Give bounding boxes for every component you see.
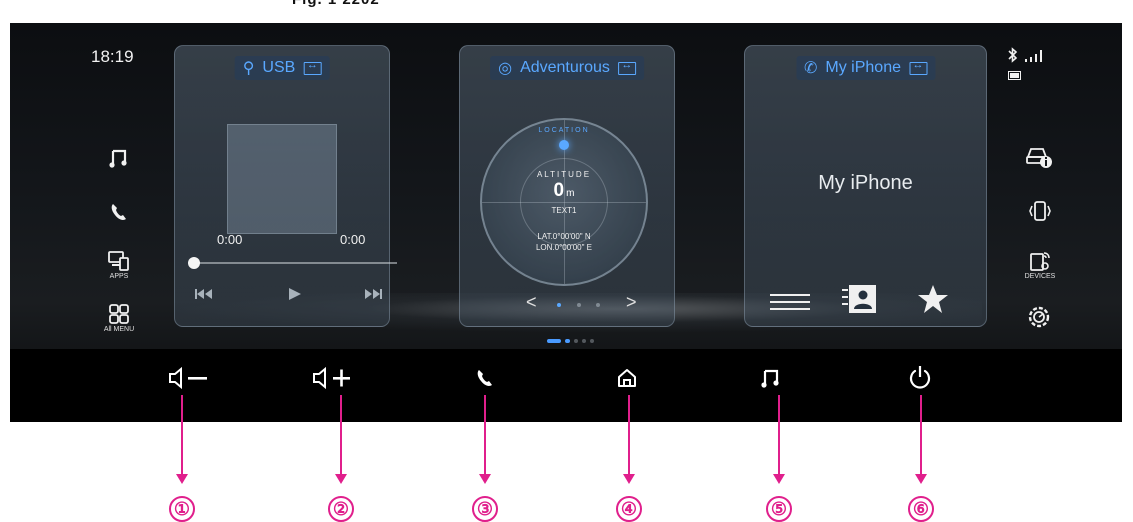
nav-prev-arrow[interactable]: < (526, 292, 537, 313)
swap-source-icon[interactable] (303, 59, 322, 75)
location-label: LOCATION (538, 127, 590, 134)
phone-source-label: My iPhone (825, 59, 901, 76)
page-dot (582, 339, 586, 343)
nav-next-arrow[interactable]: > (626, 292, 637, 313)
swap-source-icon[interactable] (909, 59, 927, 75)
altitude-unit: m (566, 188, 575, 199)
phone-icon (477, 370, 492, 386)
vibration-icon[interactable] (1027, 200, 1053, 222)
nav-page-dot (577, 303, 581, 307)
callout-line-6 (920, 395, 922, 475)
devices-label: DEVICES (1024, 273, 1056, 280)
drive-mode-icon: ◎ (498, 60, 513, 77)
power-button[interactable] (905, 363, 935, 393)
track-duration: 0:00 (340, 232, 366, 247)
previous-track-icon[interactable] (195, 288, 213, 300)
longitude: LON.0°00'00" E (535, 243, 593, 252)
swap-source-icon[interactable] (617, 59, 636, 75)
home-page-indicator (547, 339, 594, 343)
progress-knob[interactable] (188, 257, 200, 269)
music-button[interactable] (756, 363, 786, 393)
volume-down-button[interactable] (166, 363, 212, 393)
nav-page-dot-active (557, 303, 561, 307)
volume-up-button[interactable] (310, 363, 356, 393)
contacts-icon[interactable] (841, 284, 877, 314)
home-icon (618, 369, 636, 387)
callout-number-6: ⑥ (908, 496, 934, 522)
nav-source-pill[interactable]: ◎ Adventurous (490, 56, 644, 80)
callout-number-2: ② (328, 496, 354, 522)
callout-number-3: ③ (472, 496, 498, 522)
vehicle-info-icon[interactable] (1025, 143, 1053, 169)
callout-number-1: ① (169, 496, 195, 522)
apps-button[interactable]: APPS (102, 245, 136, 285)
phone-icon: ✆ (804, 60, 818, 77)
callout-line-3 (484, 395, 486, 475)
album-art (227, 124, 337, 234)
callout-line-1 (181, 395, 183, 475)
devices-icon (1030, 252, 1050, 271)
callout-arrow-6 (915, 474, 927, 484)
play-icon[interactable] (288, 288, 302, 300)
apps-label: APPS (109, 273, 129, 280)
location-dot-icon (559, 140, 569, 150)
text1-label: TEXT1 (551, 206, 577, 215)
settings-gear-icon[interactable] (1027, 305, 1051, 329)
volume-up-icon (313, 366, 350, 390)
elapsed-time: 0:00 (217, 232, 243, 247)
music-icon (761, 369, 779, 388)
altitude-label: ALTITUDE (536, 170, 592, 179)
phone-button[interactable] (470, 363, 500, 393)
callout-line-2 (340, 395, 342, 475)
usb-source-pill[interactable]: ⚲ USB (234, 56, 330, 80)
callout-number-5: ⑤ (766, 496, 792, 522)
nav-page-dot (596, 303, 600, 307)
clock: 18:19 (91, 47, 134, 66)
bluetooth-icon (1008, 47, 1018, 63)
head-unit-screen: 18:19 APPS All MENU ⚲ USB 0:00 0:00 ◎ Ad… (10, 23, 1122, 422)
page-dot (565, 339, 570, 343)
callout-line-5 (778, 395, 780, 475)
altitude-number: 0 (553, 180, 565, 201)
callout-arrow-2 (335, 474, 347, 484)
favorites-star-icon[interactable] (917, 284, 949, 314)
phone-icon[interactable] (106, 199, 132, 225)
altitude-value: 0m (482, 180, 646, 202)
connected-device-name: My iPhone (818, 172, 913, 194)
callout-arrow-5 (773, 474, 785, 484)
navigation-card[interactable]: ◎ Adventurous LOCATION ALTITUDE 0m TEXT1… (459, 45, 675, 327)
apps-icon (108, 251, 129, 271)
battery-icon (1008, 71, 1021, 80)
page-dot (574, 339, 578, 343)
all-menu-button[interactable]: All MENU (100, 297, 138, 339)
power-icon (909, 366, 931, 389)
call-history-icon[interactable] (770, 292, 810, 312)
usb-source-label: USB (262, 59, 296, 76)
callout-arrow-4 (623, 474, 635, 484)
callout-line-4 (628, 395, 630, 475)
all-menu-label: All MENU (103, 326, 135, 333)
compass-dial: LOCATION ALTITUDE 0m TEXT1 LAT.0°00'00" … (480, 118, 648, 286)
usb-icon: ⚲ (242, 60, 255, 77)
latitude: LAT.0°00'00" N (537, 232, 591, 241)
nav-source-label: Adventurous (520, 59, 610, 76)
page-dot-active (547, 339, 561, 343)
phone-card[interactable]: ✆ My iPhone My iPhone (744, 45, 987, 327)
devices-button[interactable]: DEVICES (1022, 247, 1058, 283)
phone-source-pill[interactable]: ✆ My iPhone (796, 56, 935, 80)
callout-arrow-1 (176, 474, 188, 484)
grid-icon (109, 304, 129, 324)
volume-down-icon (169, 366, 207, 390)
next-track-icon[interactable] (364, 288, 382, 300)
progress-track[interactable] (195, 262, 397, 264)
page-dot (590, 339, 594, 343)
figure-header-fragment: Fig. 1 2202 (292, 0, 380, 8)
usb-media-card[interactable]: ⚲ USB 0:00 0:00 (174, 45, 397, 327)
music-icon[interactable] (106, 145, 132, 171)
home-button[interactable] (612, 363, 642, 393)
callout-number-4: ④ (616, 496, 642, 522)
signal-strength-icon (1025, 50, 1042, 62)
callout-arrow-3 (479, 474, 491, 484)
